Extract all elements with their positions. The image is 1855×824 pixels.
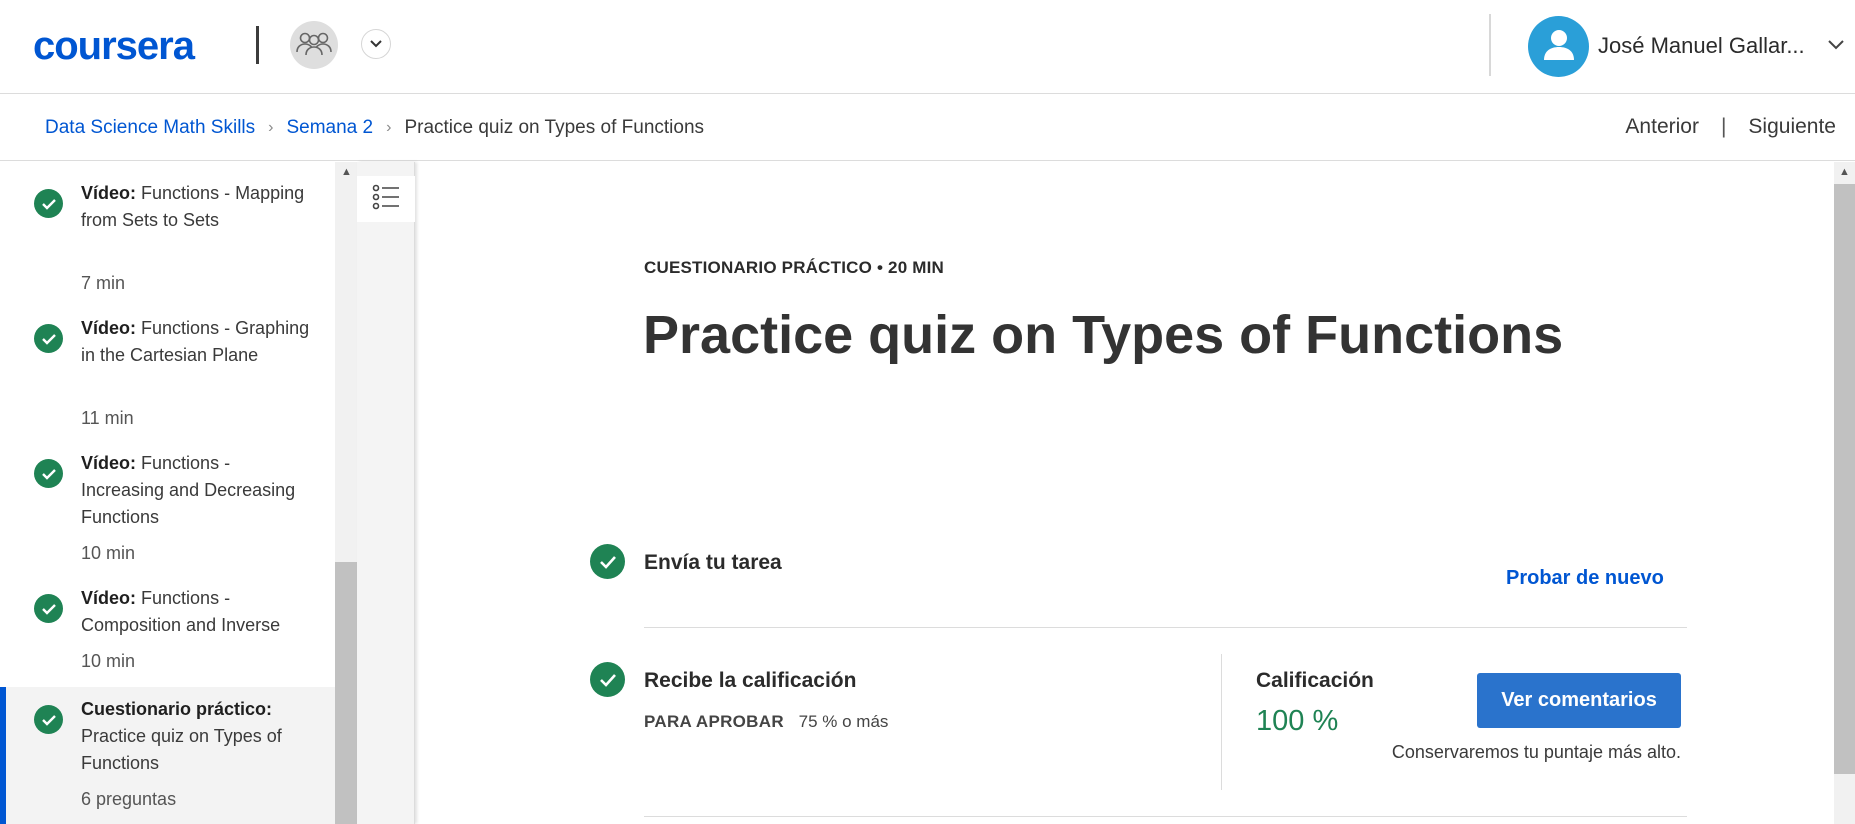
chevron-right-icon: › [268, 119, 274, 136]
breadcrumb: Data Science Math Skills › Semana 2 › Pr… [45, 117, 704, 139]
grade-step-title: Recibe la calificación [644, 669, 857, 692]
list-icon [372, 184, 400, 215]
completed-check-icon [34, 189, 63, 218]
user-menu[interactable]: José Manuel Gallar... [1528, 15, 1845, 77]
coursera-logo[interactable]: coursera [33, 26, 195, 66]
scroll-up-icon[interactable]: ▲ [341, 166, 352, 178]
completed-check-icon [34, 594, 63, 623]
sidebar-item-label: Vídeo: Functions - Composition and Inver… [81, 588, 281, 635]
learner-group-button[interactable] [290, 21, 338, 69]
section-divider [644, 627, 1687, 628]
sidebar-item-duration: 7 min [81, 273, 126, 293]
user-icon [1542, 27, 1576, 66]
nav-divider: | [1720, 115, 1727, 138]
sidebar-item-duration: 10 min [81, 651, 136, 671]
course-outline-sidebar: Vídeo: Functions - Mapping from Sets to … [0, 162, 335, 824]
chevron-down-icon [369, 35, 383, 53]
breadcrumb-week-link[interactable]: Semana 2 [286, 117, 373, 139]
header-divider [1489, 14, 1491, 76]
grade-value: 100 % [1256, 705, 1339, 737]
sidebar-item-duration: 10 min [81, 543, 136, 563]
group-icon [294, 30, 334, 61]
breadcrumb-bar: Data Science Math Skills › Semana 2 › Pr… [0, 95, 1855, 161]
next-button[interactable]: Siguiente [1748, 115, 1836, 139]
try-again-link[interactable]: Probar de nuevo [1506, 567, 1664, 590]
pass-value: 75 % o más [798, 712, 889, 731]
page-title: Practice quiz on Types of Functions [643, 305, 1564, 365]
sidebar-item-video-composition[interactable]: Vídeo: Functions - Composition and Inver… [0, 567, 335, 675]
step-complete-check-icon [590, 544, 625, 579]
prev-next-nav: Anterior | Siguiente [1625, 115, 1836, 139]
submit-step-title: Envía tu tarea [644, 551, 782, 574]
sidebar-item-video-mapping[interactable]: Vídeo: Functions - Mapping from Sets to … [0, 162, 335, 297]
item-type-label: CUESTIONARIO PRÁCTICO • 20 MIN [644, 258, 945, 277]
logo-divider [256, 26, 259, 64]
passing-threshold: PARA APROBAR 75 % o más [644, 712, 888, 732]
sidebar-item-duration: 6 preguntas [81, 789, 177, 809]
chevron-right-icon: › [386, 119, 392, 136]
chevron-down-icon [1827, 37, 1845, 55]
scroll-up-icon[interactable]: ▲ [1839, 166, 1850, 178]
user-name: José Manuel Gallar... [1598, 33, 1805, 58]
completed-check-icon [34, 324, 63, 353]
sidebar-item-label: Vídeo: Functions - Graphing in the Carte… [81, 318, 310, 365]
switcher-dropdown-button[interactable] [361, 29, 391, 59]
outline-toggle-panel [357, 162, 415, 824]
completed-check-icon [34, 705, 63, 734]
sidebar-scrollbar[interactable]: ▲ [335, 162, 357, 824]
grade-label: Calificación [1256, 669, 1374, 692]
sidebar-item-duration: 11 min [81, 408, 134, 428]
breadcrumb-current: Practice quiz on Types of Functions [404, 117, 705, 138]
section-divider [644, 816, 1687, 817]
scrollbar-thumb[interactable] [335, 562, 357, 824]
sidebar-item-practice-quiz[interactable]: Cuestionario práctico: Practice quiz on … [0, 687, 335, 824]
grade-divider [1221, 654, 1222, 790]
main-scrollbar[interactable]: ▲ [1834, 162, 1855, 824]
completed-check-icon [34, 459, 63, 488]
view-feedback-button[interactable]: Ver comentarios [1477, 673, 1681, 728]
scrollbar-thumb[interactable] [1834, 184, 1855, 774]
sidebar-item-video-graphing[interactable]: Vídeo: Functions - Graphing in the Carte… [0, 297, 335, 432]
sidebar-item-label: Vídeo: Functions - Increasing and Decrea… [81, 453, 296, 527]
pass-label: PARA APROBAR [644, 712, 784, 731]
sidebar-item-video-increasing[interactable]: Vídeo: Functions - Increasing and Decrea… [0, 432, 335, 567]
highest-score-note: Conservaremos tu puntaje más alto. [1391, 742, 1681, 762]
outline-toggle-button[interactable] [357, 176, 415, 222]
sidebar-item-label: Vídeo: Functions - Mapping from Sets to … [81, 183, 305, 230]
sidebar-item-label: Cuestionario práctico: Practice quiz on … [81, 699, 282, 773]
avatar [1528, 15, 1589, 77]
top-navbar: coursera José Manuel Gallar... [0, 0, 1855, 94]
step-complete-check-icon [590, 662, 625, 697]
breadcrumb-course-link[interactable]: Data Science Math Skills [45, 117, 255, 139]
previous-button[interactable]: Anterior [1625, 115, 1699, 139]
